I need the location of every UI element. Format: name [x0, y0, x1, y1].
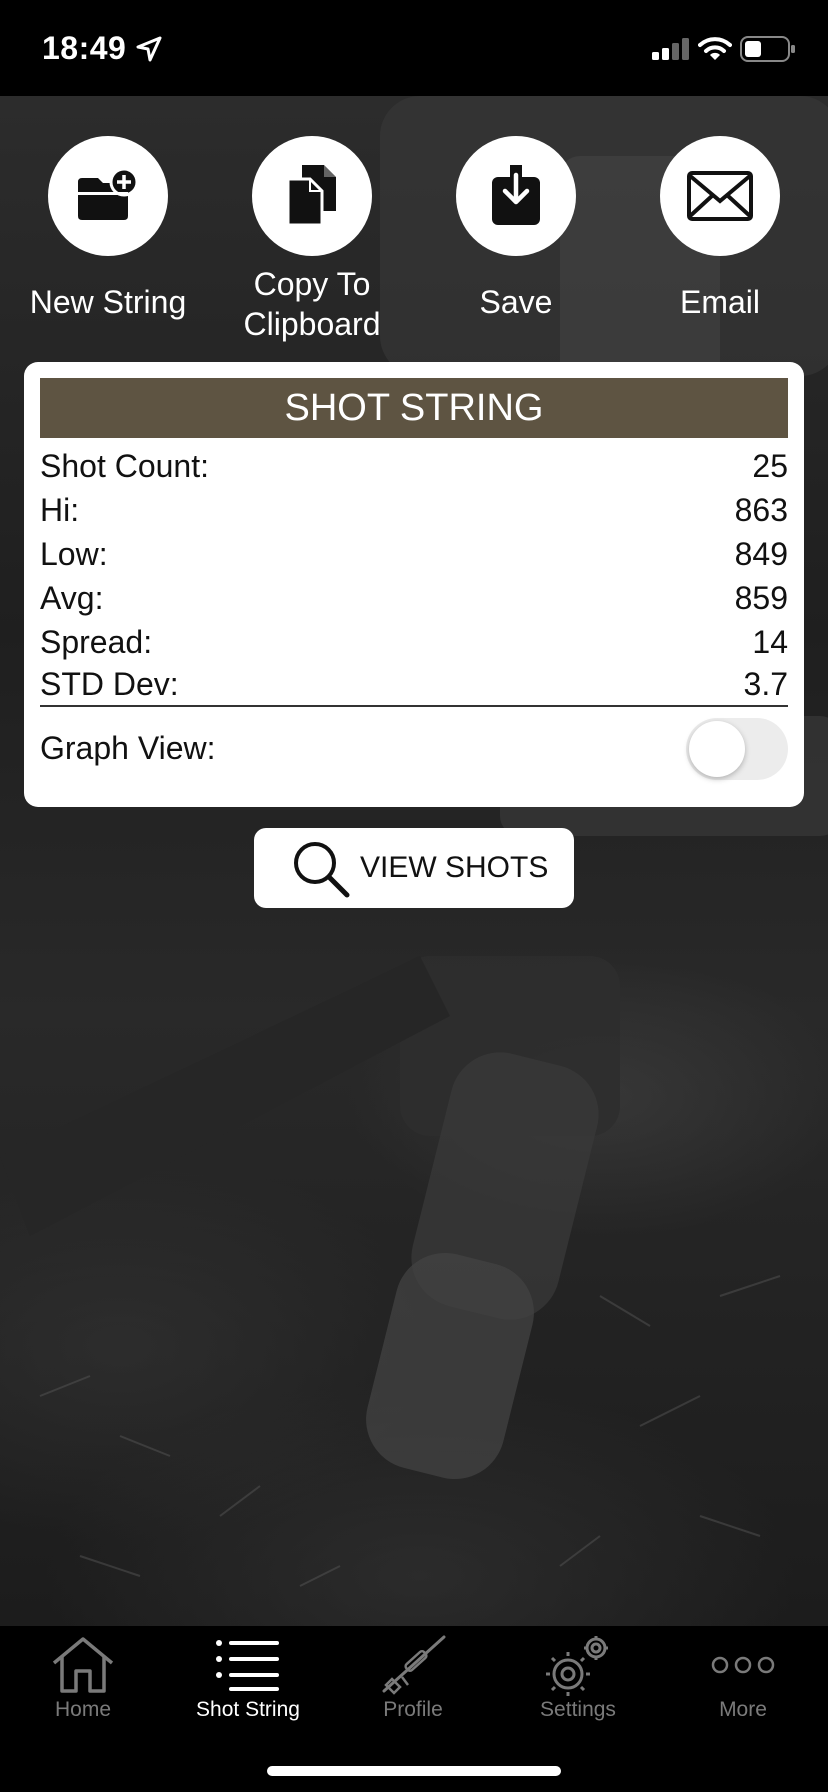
stat-row-std-dev: STD Dev: 3.7 [40, 662, 788, 706]
stat-row-hi: Hi: 863 [40, 488, 788, 532]
new-string-button[interactable]: New String [8, 136, 208, 322]
download-save-icon[interactable] [456, 136, 576, 256]
card-title: SHOT STRING [40, 378, 788, 438]
action-toolbar: New String Copy To Clipboard Save Email [0, 136, 828, 356]
folder-add-icon[interactable] [48, 136, 168, 256]
new-string-label: New String [29, 284, 187, 320]
stat-label: STD Dev: [40, 666, 179, 702]
save-label: Save [479, 284, 553, 320]
tab-label: Shot String [196, 1698, 300, 1721]
graph-view-toggle[interactable] [686, 718, 788, 780]
divider [40, 705, 788, 707]
email-button[interactable]: Email [620, 136, 820, 322]
cellular-signal-icon [652, 38, 690, 65]
stat-label: Spread: [40, 624, 153, 660]
stat-value: 3.7 [743, 666, 788, 702]
more-dots-icon [660, 1632, 826, 1698]
save-button[interactable]: Save [416, 136, 616, 322]
stat-row-avg: Avg: 859 [40, 576, 788, 620]
stat-value: 859 [734, 580, 788, 616]
tab-more[interactable]: More [660, 1626, 826, 1746]
status-time: 18:49 [42, 30, 127, 66]
stat-row-spread: Spread: 14 [40, 620, 788, 664]
status-bar: 18:49 [0, 0, 828, 96]
graph-view-row: Graph View: [40, 714, 788, 782]
list-icon [165, 1632, 331, 1698]
tab-profile[interactable]: Profile [330, 1626, 496, 1746]
view-shots-label: VIEW SHOTS [360, 851, 549, 884]
stat-label: Shot Count: [40, 448, 209, 484]
battery-icon [740, 36, 796, 67]
home-indicator[interactable] [267, 1766, 561, 1776]
toggle-knob [689, 721, 745, 777]
stat-row-shot-count: Shot Count: 25 [40, 444, 788, 488]
tab-home[interactable]: Home [0, 1626, 166, 1746]
stat-label: Avg: [40, 580, 104, 616]
rifle-icon [330, 1632, 496, 1698]
search-icon [292, 840, 350, 903]
gears-icon [495, 1632, 661, 1698]
stat-value: 14 [752, 624, 788, 660]
stat-value: 849 [734, 536, 788, 572]
tab-label: Home [54, 1698, 112, 1721]
view-shots-button[interactable]: VIEW SHOTS [254, 828, 574, 908]
stat-label: Low: [40, 536, 108, 572]
stat-value: 25 [752, 448, 788, 484]
stat-value: 863 [734, 492, 788, 528]
stat-label: Hi: [40, 492, 80, 528]
copy-to-clipboard-label: Copy To Clipboard [243, 266, 381, 342]
copy-to-clipboard-button[interactable]: Copy To Clipboard [212, 136, 412, 344]
wifi-icon [698, 36, 732, 67]
email-label: Email [679, 284, 760, 320]
shot-string-card: SHOT STRING Shot Count: 25 Hi: 863 Low: … [24, 362, 804, 807]
stat-row-low: Low: 849 [40, 532, 788, 576]
graph-view-label: Graph View: [40, 730, 216, 766]
envelope-icon[interactable] [660, 136, 780, 256]
tab-label: More [719, 1698, 767, 1721]
tab-shot-string[interactable]: Shot String [165, 1626, 331, 1746]
home-icon [0, 1632, 166, 1698]
copy-documents-icon[interactable] [252, 136, 372, 256]
tab-settings[interactable]: Settings [495, 1626, 661, 1746]
tab-label: Settings [540, 1698, 616, 1721]
location-arrow-icon [136, 36, 162, 67]
tab-label: Profile [383, 1698, 443, 1721]
